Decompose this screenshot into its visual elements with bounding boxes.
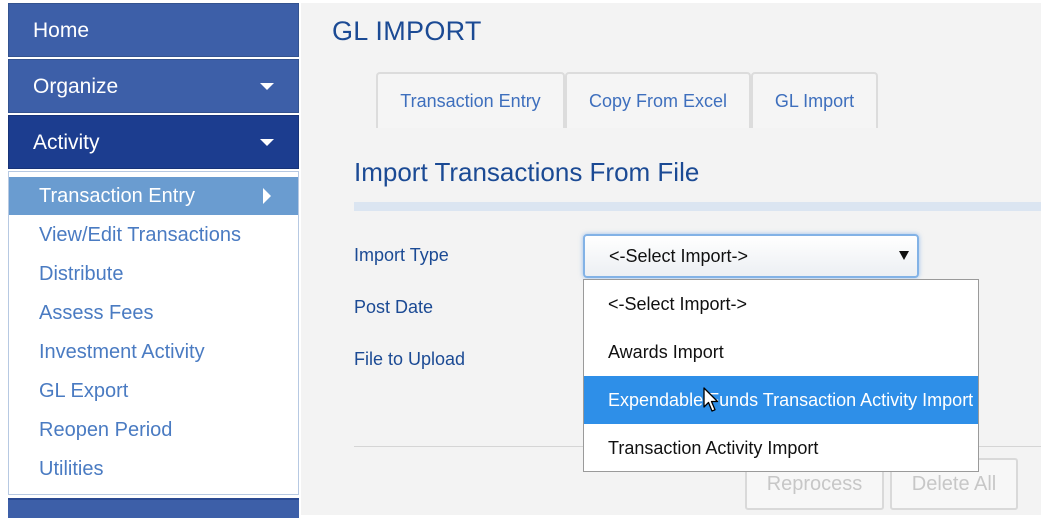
sidebar: Home Organize Activity Transaction Entry… [8,3,301,518]
dropdown-option-label: Awards Import [608,342,724,362]
sidebar-item-reopen-period[interactable]: Reopen Period [9,411,298,450]
dropdown-option-label: Expendable Funds Transaction Activity Im… [608,390,974,410]
activity-submenu: Transaction Entry View/Edit Transactions… [8,171,299,495]
mouse-pointer-icon [703,387,719,412]
dropdown-option[interactable]: Transaction Activity Import [584,424,978,471]
dropdown-option-label: Transaction Activity Import [608,438,819,458]
post-date-label: Post Date [354,297,434,317]
tab-transaction-entry[interactable]: Transaction Entry [376,72,565,128]
nav-activity[interactable]: Activity [8,115,299,169]
sidebar-item-label: GL Export [39,380,129,402]
nav-activity-label: Activity [33,131,100,154]
delete-all-button-label: Delete All [911,473,997,495]
sidebar-item-transaction-entry[interactable]: Transaction Entry [9,177,298,215]
import-type-label: Import Type [354,245,449,265]
section-title: Import Transactions From File [354,157,700,187]
caret-right-icon [263,188,271,204]
nav-next-item[interactable] [8,498,299,518]
sidebar-item-label: Utilities [39,458,104,480]
sidebar-item-gl-export[interactable]: GL Export [9,372,298,411]
caret-down-icon [260,83,274,90]
page-title: GL IMPORT [332,16,482,46]
sidebar-item-distribute[interactable]: Distribute [9,255,298,294]
nav-organize[interactable]: Organize [8,59,299,113]
tab-gl-import[interactable]: GL Import [751,72,878,128]
caret-down-icon [260,139,274,146]
sidebar-item-label: Investment Activity [39,341,205,363]
import-type-select[interactable]: <-Select Import-> [583,234,919,278]
import-type-selected-value: <-Select Import-> [609,246,749,266]
sidebar-item-label: Reopen Period [39,419,173,441]
file-to-upload-label: File to Upload [354,349,466,369]
dropdown-option-label: <-Select Import-> [608,294,748,314]
import-type-dropdown-list: <-Select Import-> Awards Import Expendab… [583,279,979,472]
sidebar-item-utilities[interactable]: Utilities [9,450,298,489]
reprocess-button-label: Reprocess [766,473,863,495]
dropdown-option[interactable]: <-Select Import-> [584,280,978,328]
tab-label: Copy From Excel [588,91,728,111]
dropdown-option-highlighted[interactable]: Expendable Funds Transaction Activity Im… [584,376,978,424]
nav-organize-label: Organize [33,75,119,98]
tab-label: Transaction Entry [400,91,541,111]
nav-home-label: Home [33,19,90,42]
sidebar-item-label: View/Edit Transactions [39,224,241,246]
nav-home[interactable]: Home [8,3,299,57]
dropdown-option[interactable]: Awards Import [584,328,978,376]
sidebar-item-label: Assess Fees [39,302,154,324]
sidebar-item-view-edit-transactions[interactable]: View/Edit Transactions [9,216,298,255]
section-divider [354,202,1041,211]
sidebar-item-label: Distribute [39,263,124,285]
tab-copy-from-excel[interactable]: Copy From Excel [565,72,751,128]
sidebar-item-assess-fees[interactable]: Assess Fees [9,294,298,333]
tab-label: GL Import [774,91,855,111]
sidebar-item-investment-activity[interactable]: Investment Activity [9,333,298,372]
triangle-down-icon [899,251,909,260]
sidebar-item-label: Transaction Entry [39,185,195,207]
